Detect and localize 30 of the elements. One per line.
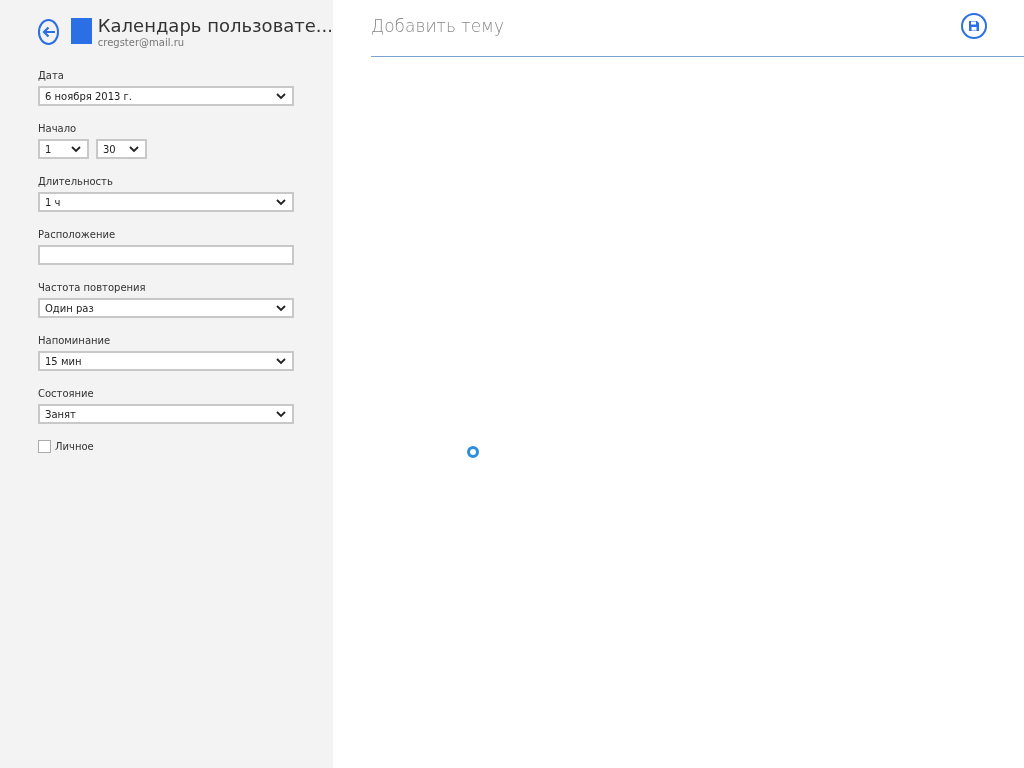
chevron-down-icon (276, 92, 286, 100)
back-arrow-icon (41, 26, 56, 38)
field-label: Состояние (38, 387, 95, 400)
private-label: Личное (55, 441, 94, 452)
field-label: Расположение (38, 228, 117, 241)
calendar-title: Календарь пользовате... (97, 15, 333, 37)
chevron-down-icon (71, 145, 81, 153)
minute-dropdown[interactable]: 30 (96, 139, 147, 159)
field-label: Длительность (38, 175, 114, 188)
field-label: Дата (38, 69, 65, 82)
dropdown[interactable]: Один раз (38, 298, 294, 318)
field-label: Начало (38, 122, 78, 135)
dropdown[interactable]: 15 мин (38, 351, 294, 371)
location-input[interactable] (38, 245, 294, 265)
save-button[interactable] (961, 13, 987, 39)
chevron-down-icon (276, 198, 286, 206)
hour-dropdown[interactable]: 1 (38, 139, 89, 159)
account-email: cregster@mail.ru (97, 37, 186, 49)
dropdown[interactable]: Занят (38, 404, 294, 424)
chevron-down-icon (129, 145, 139, 153)
chevron-down-icon (276, 410, 286, 418)
loading-ring-icon (466, 445, 480, 459)
chevron-down-icon (276, 304, 286, 312)
chevron-down-icon (276, 357, 286, 365)
back-button[interactable] (38, 19, 60, 45)
private-checkbox[interactable] (38, 440, 51, 453)
dropdown[interactable]: 6 ноября 2013 г. (38, 86, 294, 106)
field-label: Напоминание (38, 334, 112, 347)
dropdown[interactable]: 1 ч (38, 192, 294, 212)
field-label: Частота повторения (38, 281, 147, 294)
